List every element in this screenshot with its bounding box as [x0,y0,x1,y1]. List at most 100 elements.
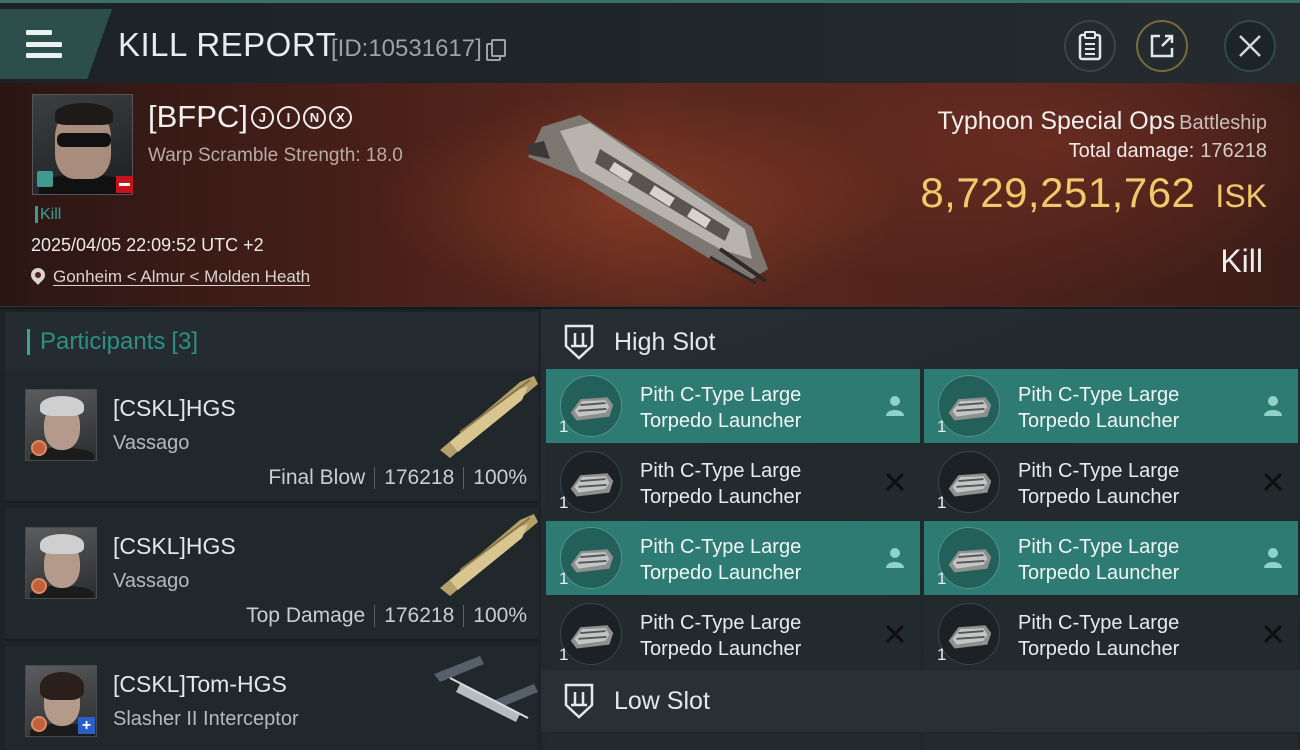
low-slot-header: Low Slot [541,670,1300,732]
low-slot-module-partial[interactable] [924,734,1298,750]
participant-damage: 176218 [384,604,455,627]
standing-negative-icon [116,176,133,193]
module-slot[interactable]: 1 Pith C-Type Large Torpedo Launcher [546,597,920,671]
hamburger-icon [26,30,62,58]
participant-row[interactable]: + [CSKL]Tom-HGS Slasher II Interceptor [5,646,538,750]
module-slot[interactable]: 1 Pith C-Type Large Torpedo Launcher [546,521,920,595]
module-slot[interactable]: 1 Pith C-Type Large Torpedo Launcher [924,597,1298,671]
module-name: Pith C-Type Large Torpedo Launcher [640,384,802,432]
participant-row[interactable]: [CSKL]HGS Vassago Final Blow 176218 100% [5,370,538,503]
module-quantity: 1 [937,417,947,436]
participants-panel: Participants [3] [CSKL]HGS Vassago Final… [0,309,541,750]
participant-role: Top Damage [246,604,366,627]
participants-header: Participants [3] [5,312,538,372]
participants-count: [3] [171,328,199,355]
participant-ship-image [434,656,538,722]
slot-shield-icon [564,683,594,719]
module-quantity: 1 [937,569,947,588]
participant-name[interactable]: [CSKL]HGS [113,395,236,422]
x-icon [885,472,905,492]
module-slot[interactable]: 1 Pith C-Type Large Torpedo Launcher [546,445,920,519]
participant-ship-image [440,376,538,458]
name-badge-j: J [250,105,274,129]
participant-percent: 100% [473,466,527,489]
kill-location[interactable]: Gonheim < Almur < Molden Heath [31,267,310,287]
slot-shield-icon [564,324,594,360]
module-quantity: 1 [559,493,569,512]
module-icon [938,527,1000,589]
isk-unit: ISK [1215,178,1267,214]
module-icon [560,451,622,513]
module-name: Pith C-Type Large Torpedo Launcher [640,536,802,584]
name-badge-x: X [328,105,352,129]
clipboard-button[interactable] [1064,20,1116,72]
menu-button[interactable] [0,9,112,79]
module-icon [560,375,622,437]
kill-report-header: KILL REPORT [ID:10531617] [0,0,1300,83]
close-button[interactable] [1224,20,1276,72]
page-title: KILL REPORT [118,26,337,63]
victim-banner: [BFPC] J I N X Warp Scramble Strength: 1… [0,83,1300,307]
module-slot[interactable]: 1 Pith C-Type Large Torpedo Launcher [924,369,1298,443]
low-slot-module-partial[interactable] [546,734,920,750]
x-icon [1263,624,1283,644]
participants-title: Participants [40,328,166,355]
location-pin-icon [31,268,45,287]
participant-ship: Vassago [113,570,190,592]
stats-divider [374,605,376,627]
total-damage-label: Total damage: [1068,140,1195,162]
x-icon [1263,472,1283,492]
copy-icon[interactable] [485,39,506,61]
module-name: Pith C-Type Large Torpedo Launcher [640,460,802,508]
report-id: [ID:10531617] [331,35,506,63]
participant-stats: Final Blow 176218 100% [268,466,527,490]
person-icon [886,396,904,416]
location-link[interactable]: Gonheim < Almur < Molden Heath [53,267,310,287]
ship-name[interactable]: Typhoon Special Ops [938,107,1176,135]
corp-logo-icon [31,440,47,456]
participant-ship: Slasher II Interceptor [113,708,299,730]
stats-divider [463,467,465,489]
participant-damage: 176218 [384,466,455,489]
module-name: Pith C-Type Large Torpedo Launcher [1018,384,1180,432]
kill-timestamp: 2025/04/05 22:09:52 UTC +2 [31,235,264,255]
participant-row[interactable]: [CSKL]HGS Vassago Top Damage 176218 100% [5,508,538,641]
participant-ship-image [440,514,538,596]
stats-divider [374,467,376,489]
module-quantity: 1 [559,417,569,436]
share-button[interactable] [1136,20,1188,72]
module-name: Pith C-Type Large Torpedo Launcher [640,612,802,660]
total-damage: Total damage: 176218 [920,140,1267,163]
corp-logo-icon [31,716,47,732]
fitting-panel: High Slot 1 Pith C-Type Large Torpedo Lau… [541,309,1300,750]
participant-role: Final Blow [268,466,366,489]
isk-value: 8,729,251,762 [920,169,1196,216]
total-damage-value: 176218 [1200,140,1267,162]
clipboard-icon [1078,31,1102,61]
module-quantity: 1 [937,645,947,664]
module-name: Pith C-Type Large Torpedo Launcher [1018,536,1180,584]
participant-percent: 100% [473,604,527,627]
module-slot[interactable]: 1 Pith C-Type Large Torpedo Launcher [546,369,920,443]
module-slot[interactable]: 1 Pith C-Type Large Torpedo Launcher [924,445,1298,519]
ship-info: Typhoon Special Ops Battleship Total dama… [920,107,1267,217]
isk-value-line: 8,729,251,762 ISK [920,169,1267,217]
stats-divider [463,605,465,627]
victim-name-text: [BFPC] [148,99,248,134]
name-badge-n: N [302,105,326,129]
corp-badge-icon [37,171,53,187]
module-slot[interactable]: 1 Pith C-Type Large Torpedo Launcher [924,521,1298,595]
module-quantity: 1 [937,493,947,512]
module-icon [938,451,1000,513]
participant-name[interactable]: [CSKL]Tom-HGS [113,671,287,698]
person-icon [886,548,904,568]
victim-name[interactable]: [BFPC] J I N X [148,99,352,135]
plus-icon: + [78,717,95,734]
warp-scramble-strength: Warp Scramble Strength: 18.0 [148,145,403,166]
x-icon [885,624,905,644]
person-icon [1264,396,1282,416]
person-icon [1264,548,1282,568]
module-icon [938,603,1000,665]
kill-tag: Kill [35,206,61,223]
participant-name[interactable]: [CSKL]HGS [113,533,236,560]
